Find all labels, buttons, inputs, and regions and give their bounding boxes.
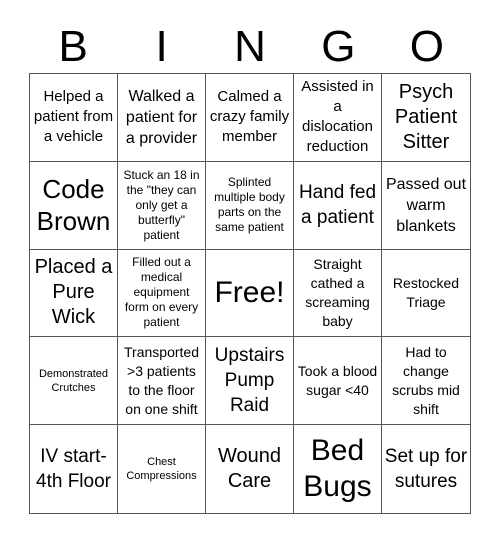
bingo-cell[interactable]: Helped a patient from a vehicle [30,74,118,162]
header-letter-g: G [321,22,356,71]
cell-text: Set up for sutures [384,446,468,493]
bingo-cell[interactable]: IV start-4th Floor [30,425,118,513]
bingo-header: B I N G O [29,22,471,72]
cell-text: Splinted multiple body parts on the same… [214,175,285,235]
bingo-cell[interactable]: Code Brown [30,161,118,250]
bingo-cell[interactable]: Walked a patient for a provider [118,74,206,162]
cell-text: Bed Bugs [303,434,372,504]
cell-text: Helped a patient from a vehicle [33,88,114,146]
cell-text: Chest Compressions [126,456,197,483]
cell-text: IV start-4th Floor [36,446,111,493]
cell-text: Code Brown [36,174,111,237]
cell-text: Took a blood sugar <40 [297,362,378,398]
bingo-cell[interactable]: Straight cathed a screaming baby [294,249,382,338]
cell-text: Had to change scrubs mid shift [392,343,460,417]
cell-text: Placed a Pure Wick [34,256,113,329]
bingo-cell[interactable]: Passed out warm blankets [382,162,470,250]
bingo-cell[interactable]: Calmed a crazy family member [206,74,294,162]
cell-text: Upstairs Pump Raid [214,345,285,417]
bingo-cell[interactable]: Had to change scrubs mid shift [382,337,470,426]
cell-text: Free! [214,275,285,309]
cell-text: Assisted in a dislocation reduction [301,78,374,156]
bingo-cell[interactable]: Bed Bugs [294,425,382,513]
cell-text: Stuck an 18 in the "they can only get a … [123,167,200,242]
cell-text: Psych Patient Sitter [394,80,458,153]
bingo-cell[interactable]: Restocked Triage [382,250,470,338]
bingo-cell[interactable]: Splinted multiple body parts on the same… [206,161,294,250]
header-letter-b: B [58,22,88,71]
cell-text: Calmed a crazy family member [209,88,290,146]
cell-text: Restocked Triage [392,274,460,310]
cell-text: Demonstrated Crutches [38,367,109,394]
bingo-cell[interactable]: Demonstrated Crutches [30,337,118,426]
free-space-cell[interactable]: Free! [206,249,294,338]
bingo-grid: Helped a patient from a vehicle Walked a… [29,73,471,514]
bingo-cell[interactable]: Stuck an 18 in the "they can only get a … [118,161,206,250]
bingo-cell[interactable]: Placed a Pure Wick [30,249,118,338]
bingo-cell[interactable]: Hand fed a patient [294,161,382,250]
cell-text: Hand fed a patient [298,182,377,229]
bingo-cell[interactable]: Wound Care [206,425,294,513]
header-letter-n: N [234,22,266,71]
bingo-cell[interactable]: Filled out a medical equipment form on e… [118,249,206,338]
cell-text: Wound Care [217,445,281,493]
bingo-cell[interactable]: Transported >3 patients to the floor on … [118,337,206,426]
cell-text: Filled out a medical equipment form on e… [124,255,199,330]
bingo-cell[interactable]: Chest Compressions [118,425,206,513]
bingo-cell[interactable]: Set up for sutures [382,425,470,513]
bingo-cell[interactable]: Took a blood sugar <40 [294,337,382,426]
cell-text: Passed out warm blankets [385,175,467,235]
bingo-cell[interactable]: Upstairs Pump Raid [206,337,294,426]
bingo-cell[interactable]: Psych Patient Sitter [382,74,470,162]
bingo-cell[interactable]: Assisted in a dislocation reduction [294,74,382,162]
header-letter-i: I [155,22,168,71]
cell-text: Walked a patient for a provider [125,87,198,147]
cell-text: Straight cathed a screaming baby [305,255,370,329]
cell-text: Transported >3 patients to the floor on … [124,343,199,417]
header-letter-o: O [409,22,444,71]
